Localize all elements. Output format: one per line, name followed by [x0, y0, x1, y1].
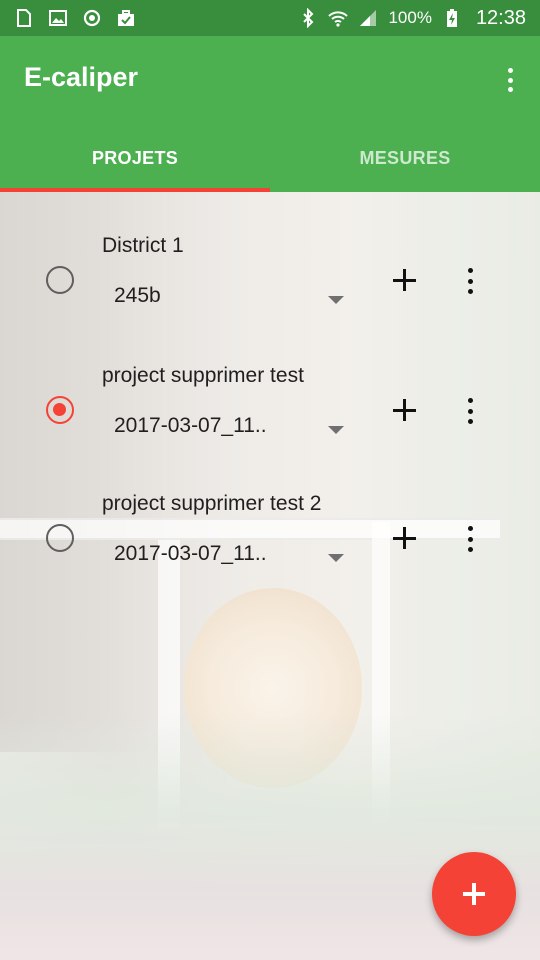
app-title: E-caliper: [24, 62, 139, 92]
notification-icons: [14, 8, 136, 28]
project-radio[interactable]: [46, 266, 74, 294]
add-project-fab[interactable]: [432, 852, 516, 936]
measure-dropdown[interactable]: 245b: [102, 278, 350, 318]
wifi-icon: [328, 11, 349, 27]
measure-dropdown-value: 2017-03-07_11..: [114, 542, 267, 565]
add-measure-button[interactable]: [388, 522, 420, 554]
status-bar: 100% 12:38: [0, 0, 540, 36]
measure-dropdown-value: 2017-03-07_11..: [114, 414, 267, 437]
tab-mesures[interactable]: MESURES: [270, 124, 540, 192]
sync-icon: [83, 9, 101, 27]
measure-dropdown-value: 245b: [114, 284, 161, 307]
more-vert-icon[interactable]: [498, 64, 522, 96]
image-icon: [49, 10, 67, 26]
project-row: District 1 245b: [0, 230, 540, 360]
measure-dropdown[interactable]: 2017-03-07_11..: [102, 408, 350, 448]
project-row: project supprimer test 2017-03-07_11..: [0, 360, 540, 490]
tab-bar: PROJETS MESURES: [0, 124, 540, 192]
project-more-icon[interactable]: [460, 524, 480, 554]
project-name: District 1: [102, 234, 184, 257]
signal-icon: [360, 10, 377, 26]
projects-list: District 1 245b project supprimer test 2…: [0, 192, 540, 960]
briefcase-check-icon: [118, 10, 134, 26]
project-more-icon[interactable]: [460, 266, 480, 296]
project-name: project supprimer test 2: [102, 492, 322, 515]
project-name: project supprimer test: [102, 364, 304, 387]
add-measure-button[interactable]: [388, 264, 420, 296]
sim-card-icon: [17, 9, 31, 27]
project-more-icon[interactable]: [460, 396, 480, 426]
tab-projets[interactable]: PROJETS: [0, 124, 270, 192]
clock: 12:38: [475, 6, 526, 29]
project-radio[interactable]: [46, 396, 74, 424]
add-measure-button[interactable]: [388, 394, 420, 426]
app-bar: E-caliper: [0, 36, 540, 124]
battery-level: 100%: [388, 8, 432, 27]
battery-charging-icon: [446, 9, 457, 27]
dropdown-arrow-icon: [328, 426, 344, 434]
dropdown-arrow-icon: [328, 296, 344, 304]
dropdown-arrow-icon: [328, 554, 344, 562]
system-icons: 100% 12:38: [298, 7, 526, 30]
measure-dropdown[interactable]: 2017-03-07_11..: [102, 536, 350, 576]
project-radio[interactable]: [46, 524, 74, 552]
bluetooth-icon: [303, 8, 314, 28]
project-row: project supprimer test 2 2017-03-07_11..: [0, 488, 540, 618]
